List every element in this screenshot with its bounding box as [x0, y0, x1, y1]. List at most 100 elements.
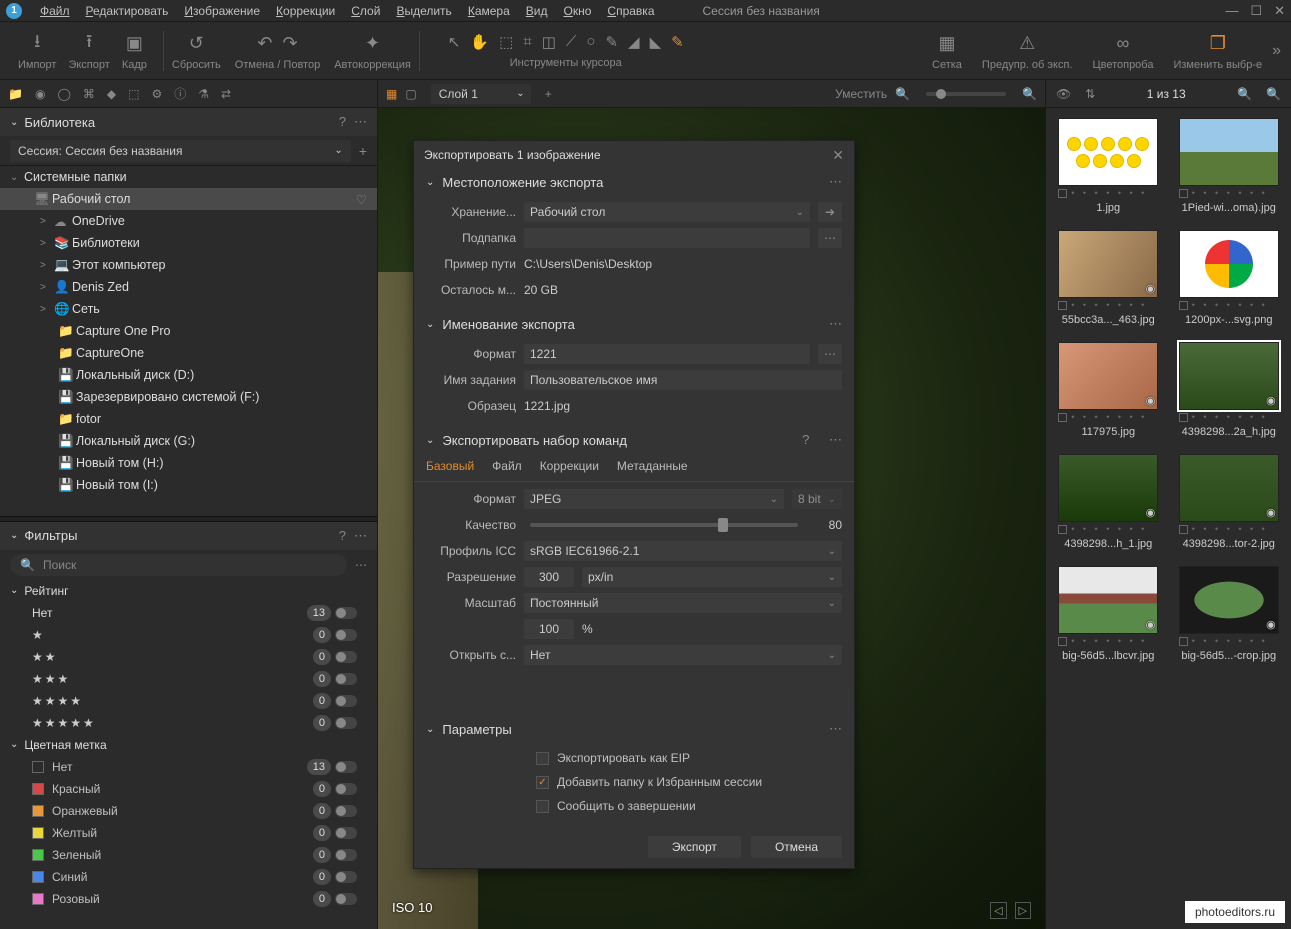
filter-menu-icon[interactable]: ⋯	[355, 558, 367, 572]
menu-layer[interactable]: Слой	[343, 2, 388, 20]
window-maximize[interactable]: ☐	[1250, 3, 1262, 19]
tab-metadata[interactable]: Метаданные	[617, 459, 688, 477]
icc-select[interactable]: sRGB IEC61966-2.1	[524, 541, 842, 561]
filter-search-input[interactable]: 🔍 Поиск	[10, 554, 347, 576]
tree-item[interactable]: 💾Локальный диск (G:)	[0, 430, 377, 452]
cancel-button[interactable]: Отмена	[751, 836, 842, 858]
thumbnail[interactable]: ◉• • • • • • •117975.jpg	[1052, 342, 1165, 438]
grid-button[interactable]: ▦ Сетка	[932, 31, 962, 71]
rating-filter-header[interactable]: ⌄Рейтинг	[0, 580, 377, 602]
tab-gear-icon[interactable]: ⚙	[151, 87, 162, 101]
brush-tool[interactable]: ✎	[605, 33, 618, 51]
export-button[interactable]: ⭱ Экспорт	[68, 31, 109, 71]
change-selection-button[interactable]: ❐ Изменить выбр-е	[1173, 31, 1262, 71]
tree-item[interactable]: 💾Новый том (H:)	[0, 452, 377, 474]
filter-toggle[interactable]	[335, 893, 357, 905]
rating-filter-row[interactable]: ★★0	[0, 646, 377, 668]
colorlabel-filter-row[interactable]: Зеленый0	[0, 844, 377, 866]
tab-camera-icon[interactable]: ◉	[35, 87, 45, 101]
menu-view[interactable]: Вид	[518, 2, 556, 20]
scale-select[interactable]: Постоянный	[524, 593, 842, 613]
goto-folder-icon[interactable]: ➜	[818, 202, 842, 222]
name-format-input[interactable]: 1221	[524, 344, 810, 364]
tab-info-icon[interactable]: ⓘ	[174, 85, 186, 102]
resolution-input[interactable]: 300	[524, 567, 574, 587]
favfolder-checkbox[interactable]: ✓	[536, 776, 549, 789]
colorlabel-filter-row[interactable]: Нет13	[0, 756, 377, 778]
tree-item[interactable]: 💾Новый том (I:)	[0, 474, 377, 496]
filter-toggle[interactable]	[335, 607, 357, 619]
filter-toggle[interactable]	[335, 629, 357, 641]
tab-link-icon[interactable]: ⌘	[83, 87, 95, 101]
thumbnail[interactable]: ◉• • • • • • •big-56d5...-crop.jpg	[1173, 566, 1286, 662]
more-icon[interactable]: ⋯	[829, 174, 842, 190]
filter-toggle[interactable]	[335, 827, 357, 839]
tree-item[interactable]: >👤Denis Zed	[0, 276, 377, 298]
thumbnail[interactable]: ◉• • • • • • •4398298...tor-2.jpg	[1173, 454, 1286, 550]
thumbnail[interactable]: ◉• • • • • • •55bcc3a..._463.jpg	[1052, 230, 1165, 326]
fileformat-select[interactable]: JPEG	[524, 489, 784, 509]
tab-corrections[interactable]: Коррекции	[540, 459, 599, 477]
tab-adjust-icon[interactable]: ⚗	[198, 87, 209, 101]
colorlabel-filter-row[interactable]: Красный0	[0, 778, 377, 800]
menu-window[interactable]: Окно	[556, 2, 600, 20]
eip-checkbox[interactable]	[536, 752, 549, 765]
tree-item[interactable]: >📚Библиотеки	[0, 232, 377, 254]
rating-filter-row[interactable]: ★★★★0	[0, 690, 377, 712]
image-viewer[interactable]: ISO 10 ◁ ▷ Экспортировать 1 изображение …	[378, 108, 1045, 929]
crop-tool[interactable]: ⌗	[523, 33, 531, 51]
zoom-slider[interactable]	[926, 92, 1006, 96]
export-confirm-button[interactable]: Экспорт	[648, 836, 741, 858]
close-icon[interactable]: ✕	[832, 147, 844, 164]
menu-help[interactable]: Справка	[599, 2, 662, 20]
prev-image-button[interactable]: ◁	[990, 902, 1006, 919]
openwith-select[interactable]: Нет	[524, 645, 842, 665]
eraser-tool[interactable]: ◢	[628, 33, 640, 51]
tree-item[interactable]: >🌐Сеть	[0, 298, 377, 320]
next-image-button[interactable]: ▷	[1015, 902, 1031, 919]
quality-slider[interactable]	[530, 523, 798, 527]
tab-share-icon[interactable]: ⇄	[221, 87, 231, 101]
name-format-menu-icon[interactable]: ⋯	[818, 344, 842, 364]
reset-button[interactable]: ↺ Сбросить	[172, 31, 221, 71]
zoom-out-icon[interactable]: 🔍	[895, 87, 910, 101]
menu-camera[interactable]: Камера	[460, 2, 518, 20]
storage-select[interactable]: Рабочий стол	[524, 202, 810, 222]
colorlabel-filter-row[interactable]: Синий0	[0, 866, 377, 888]
hand-tool[interactable]: ✋	[470, 33, 489, 51]
help-icon[interactable]: ?	[339, 114, 346, 130]
browser-zoom-icon[interactable]: 🔍	[1237, 87, 1252, 101]
thumbnail[interactable]: ◉• • • • • • •big-56d5...lbcvr.jpg	[1052, 566, 1165, 662]
more-icon[interactable]: ⋯	[354, 114, 367, 130]
tree-item[interactable]: 📁CaptureOne	[0, 342, 377, 364]
colorlabel-filter-row[interactable]: Оранжевый0	[0, 800, 377, 822]
menu-select[interactable]: Выделить	[388, 2, 459, 20]
subfolder-input[interactable]	[524, 228, 810, 248]
tab-folder-icon[interactable]: 📁	[8, 87, 23, 101]
colorlabel-filter-row[interactable]: Розовый0	[0, 888, 377, 910]
rotate-tool[interactable]: ◫	[542, 33, 556, 51]
zoom-in-icon[interactable]: 🔍	[1022, 87, 1037, 101]
undo-redo-button[interactable]: ↶ ↷ Отмена / Повтор	[235, 31, 320, 71]
chevron-down-icon[interactable]: ⌄	[10, 530, 18, 541]
view-grid-icon[interactable]: ▦	[386, 87, 397, 101]
filter-toggle[interactable]	[335, 783, 357, 795]
menu-edit[interactable]: Редактировать	[78, 2, 177, 20]
resolution-unit-select[interactable]: px/in	[582, 567, 842, 587]
system-folders-header[interactable]: ⌄Системные папки	[0, 166, 377, 188]
filter-toggle[interactable]	[335, 805, 357, 817]
gradient-tool[interactable]: ◣	[650, 33, 662, 51]
browser-search-icon[interactable]: 🔍	[1266, 87, 1281, 101]
thumbnail[interactable]: • • • • • • •1Pied-wi...oma).jpg	[1173, 118, 1286, 214]
import-button[interactable]: ⭳ Импорт	[18, 31, 56, 71]
tree-item[interactable]: 💾Локальный диск (D:)	[0, 364, 377, 386]
capture-button[interactable]: ▣ Кадр	[122, 31, 147, 71]
view-single-icon[interactable]: ▢	[405, 87, 416, 101]
tab-crop-icon[interactable]: ⬚	[128, 87, 139, 101]
filter-toggle[interactable]	[335, 849, 357, 861]
keystone-tool[interactable]: ⟋	[566, 33, 577, 51]
exposure-warning-button[interactable]: ⚠ Предупр. об эксп.	[982, 31, 1073, 71]
fit-label[interactable]: Уместить	[835, 87, 887, 101]
subfolder-menu-icon[interactable]: ⋯	[818, 228, 842, 248]
session-selector[interactable]: Сессия: Сессия без названия ⌄	[10, 140, 351, 162]
